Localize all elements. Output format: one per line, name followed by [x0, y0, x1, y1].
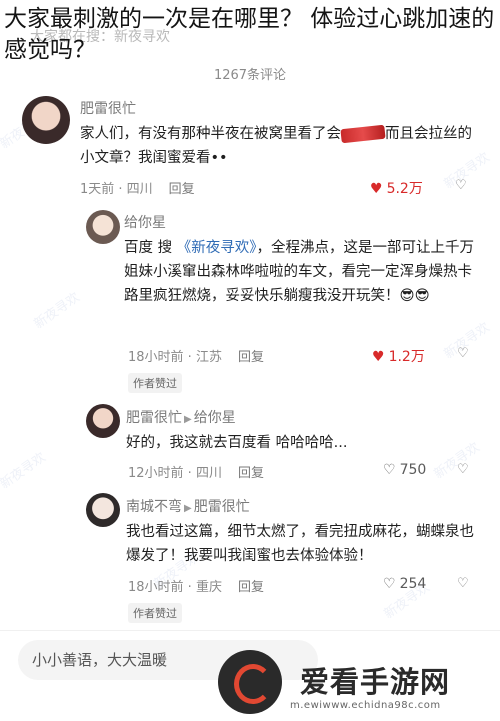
commenter-name-line: 肥雷很忙 ▶ 给你星 — [126, 407, 476, 427]
dislike-icon[interactable]: ♡ — [457, 462, 469, 477]
brand-name: 爱看手游网 — [300, 665, 451, 699]
comment-item: 给你星 百度 搜 《新夜寻欢》，全程沸点，这是一部可让上千万姐妹小溪窜出森林哗啦… — [124, 212, 474, 308]
comment-text: 我也看过这篇，细节太燃了，看完扭成麻花，蝴蝶泉也爆发了！我要叫我闺蜜也去体验体验… — [126, 524, 474, 564]
commenter-name-line: 南城不弯 ▶ 肥雷很忙 — [126, 496, 476, 516]
like-count: 1.2万 — [388, 349, 425, 365]
dislike-icon[interactable]: ♡ — [457, 346, 469, 361]
comment-time-location: 18小时前 · 重庆 — [128, 580, 222, 595]
heart-filled-icon: ♥ — [372, 349, 385, 365]
redaction-mark — [340, 124, 386, 144]
like-button[interactable]: ♡ 254 — [383, 576, 426, 592]
like-count: 750 — [399, 462, 427, 478]
heart-outline-icon: ♡ — [383, 462, 396, 478]
comment-text: 百度 搜 《新夜寻欢》，全程沸点，这是一部可让上千万姐妹小溪窜出森林哗啦啦的车文… — [124, 240, 474, 304]
author-liked-tag: 作者赞过 — [128, 603, 182, 623]
like-count: 5.2万 — [386, 181, 423, 197]
like-count: 254 — [399, 576, 427, 592]
comment-meta: 18小时前 · 江苏 回复 — [128, 346, 264, 365]
comment-text: 家人们，有没有那种半夜在被窝里看了会 而且会拉丝的小文章？我闺蜜爱看•• — [80, 122, 480, 170]
avatar[interactable] — [86, 404, 120, 438]
dislike-icon[interactable]: ♡ — [457, 576, 469, 591]
reply-button[interactable]: 回复 — [238, 466, 264, 481]
commenter-name[interactable]: 南城不弯 — [126, 499, 182, 515]
comment-text: 好的，我这就去百度看 哈哈哈哈... — [126, 435, 348, 451]
heart-outline-icon: ♡ — [383, 576, 396, 592]
comment-time-location: 18小时前 · 江苏 — [128, 350, 222, 365]
avatar[interactable] — [86, 210, 120, 244]
comment-item: 肥雷很忙 ▶ 给你星 好的，我这就去百度看 哈哈哈哈... — [126, 407, 476, 455]
reply-arrow-icon: ▶ — [184, 503, 192, 514]
reply-to-name[interactable]: 肥雷很忙 — [194, 499, 250, 515]
like-button[interactable]: ♥ 5.2万 — [370, 178, 423, 198]
search-link[interactable]: 《新夜寻欢》 — [177, 240, 257, 256]
reply-button[interactable]: 回复 — [169, 182, 195, 197]
comment-meta: 1天前 · 四川 回复 — [80, 178, 195, 197]
commenter-name[interactable]: 肥雷很忙 — [80, 98, 480, 118]
commenter-name[interactable]: 肥雷很忙 — [126, 410, 182, 426]
commenter-name[interactable]: 给你星 — [124, 212, 474, 232]
reply-button[interactable]: 回复 — [238, 350, 264, 365]
dislike-icon[interactable]: ♡ — [455, 178, 467, 193]
comment-item: 肥雷很忙 家人们，有没有那种半夜在被窝里看了会 而且会拉丝的小文章？我闺蜜爱看•• — [80, 98, 480, 170]
author-liked-tag: 作者赞过 — [128, 373, 182, 393]
reply-to-name[interactable]: 给你星 — [194, 410, 236, 426]
like-button[interactable]: ♥ 1.2万 — [372, 346, 425, 366]
comment-meta: 18小时前 · 重庆 回复 — [128, 576, 264, 595]
divider — [0, 630, 500, 631]
watermark: 新夜寻欢 — [0, 450, 49, 493]
comment-text-part: 家人们，有没有那种半夜在被窝里看了会 — [80, 126, 341, 142]
brand-logo-ring — [234, 664, 272, 704]
comment-item: 南城不弯 ▶ 肥雷很忙 我也看过这篇，细节太燃了，看完扭成麻花，蝴蝶泉也爆发了！我要… — [126, 496, 476, 568]
avatar[interactable] — [86, 493, 120, 527]
comment-meta: 12小时前 · 四川 回复 — [128, 462, 264, 481]
comment-text-part: 百度 搜 — [124, 240, 173, 256]
headline-question: 大家最刺激的一次是在哪里？ 体验过心跳加速的感觉吗？ — [4, 6, 495, 63]
comment-time-location: 12小时前 · 四川 — [128, 466, 222, 481]
heart-filled-icon: ♥ — [370, 181, 383, 197]
comment-count: 1267条评论 — [213, 68, 287, 83]
like-button[interactable]: ♡ 750 — [383, 462, 426, 478]
reply-arrow-icon: ▶ — [184, 414, 192, 425]
comment-time-location: 1天前 · 四川 — [80, 182, 153, 197]
avatar[interactable] — [22, 96, 70, 144]
brand-url: m.ewiwww.echidna98c.com — [290, 700, 441, 711]
reply-button[interactable]: 回复 — [238, 580, 264, 595]
watermark: 新夜寻欢 — [31, 290, 83, 333]
